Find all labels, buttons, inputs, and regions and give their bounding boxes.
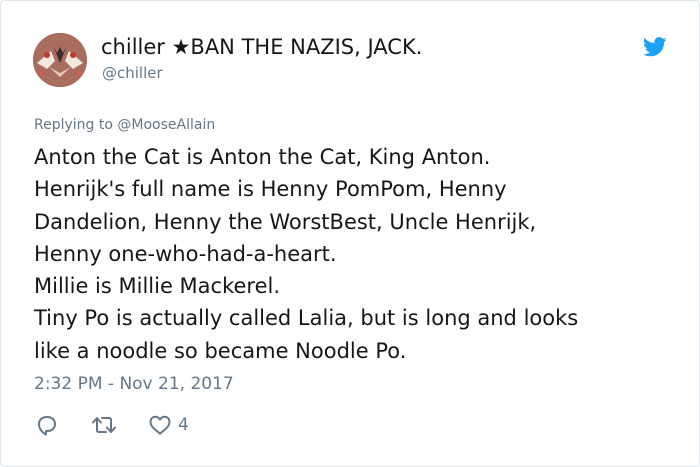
avatar[interactable]: [33, 33, 87, 87]
tweet-line: Tiny Po is actually called Lalia, but is…: [34, 306, 579, 331]
avatar-image: [33, 33, 87, 87]
tweet-line: Henny one-who-had-a-heart.: [34, 241, 337, 266]
heart-icon: [149, 415, 171, 435]
tweet-line: like a noodle so became Noodle Po.: [34, 338, 407, 363]
reply-icon: [38, 416, 56, 436]
twitter-bird-icon[interactable]: [643, 37, 667, 57]
retweet-button[interactable]: [91, 413, 117, 437]
user-handle[interactable]: @chiller: [102, 64, 163, 82]
like-count: 4: [178, 415, 189, 435]
tweet-line: Dandelion, Henny the WorstBest, Uncle He…: [34, 209, 537, 234]
display-name[interactable]: chiller ★BAN THE NAZIS, JACK.: [101, 35, 422, 59]
replying-to: Replying to @MooseAllain: [34, 117, 215, 133]
tweet-timestamp[interactable]: 2:32 PM - Nov 21, 2017: [34, 374, 234, 394]
replying-to-link[interactable]: @MooseAllain: [117, 117, 215, 133]
tweet-body: Anton the Cat is Anton the Cat, King Ant…: [34, 141, 684, 367]
tweet-line: Henrijk's full name is Henny PomPom, Hen…: [34, 177, 507, 202]
tweet-line: Millie is Millie Mackerel.: [34, 274, 281, 299]
tweet-line: Anton the Cat is Anton the Cat, King Ant…: [34, 145, 491, 169]
reply-button[interactable]: [35, 413, 59, 437]
like-button[interactable]: 4: [148, 413, 189, 437]
tweet-card: chiller ★BAN THE NAZIS, JACK. @chiller R…: [0, 0, 700, 467]
replying-prefix: Replying to: [34, 117, 118, 133]
retweet-icon: [92, 417, 116, 433]
